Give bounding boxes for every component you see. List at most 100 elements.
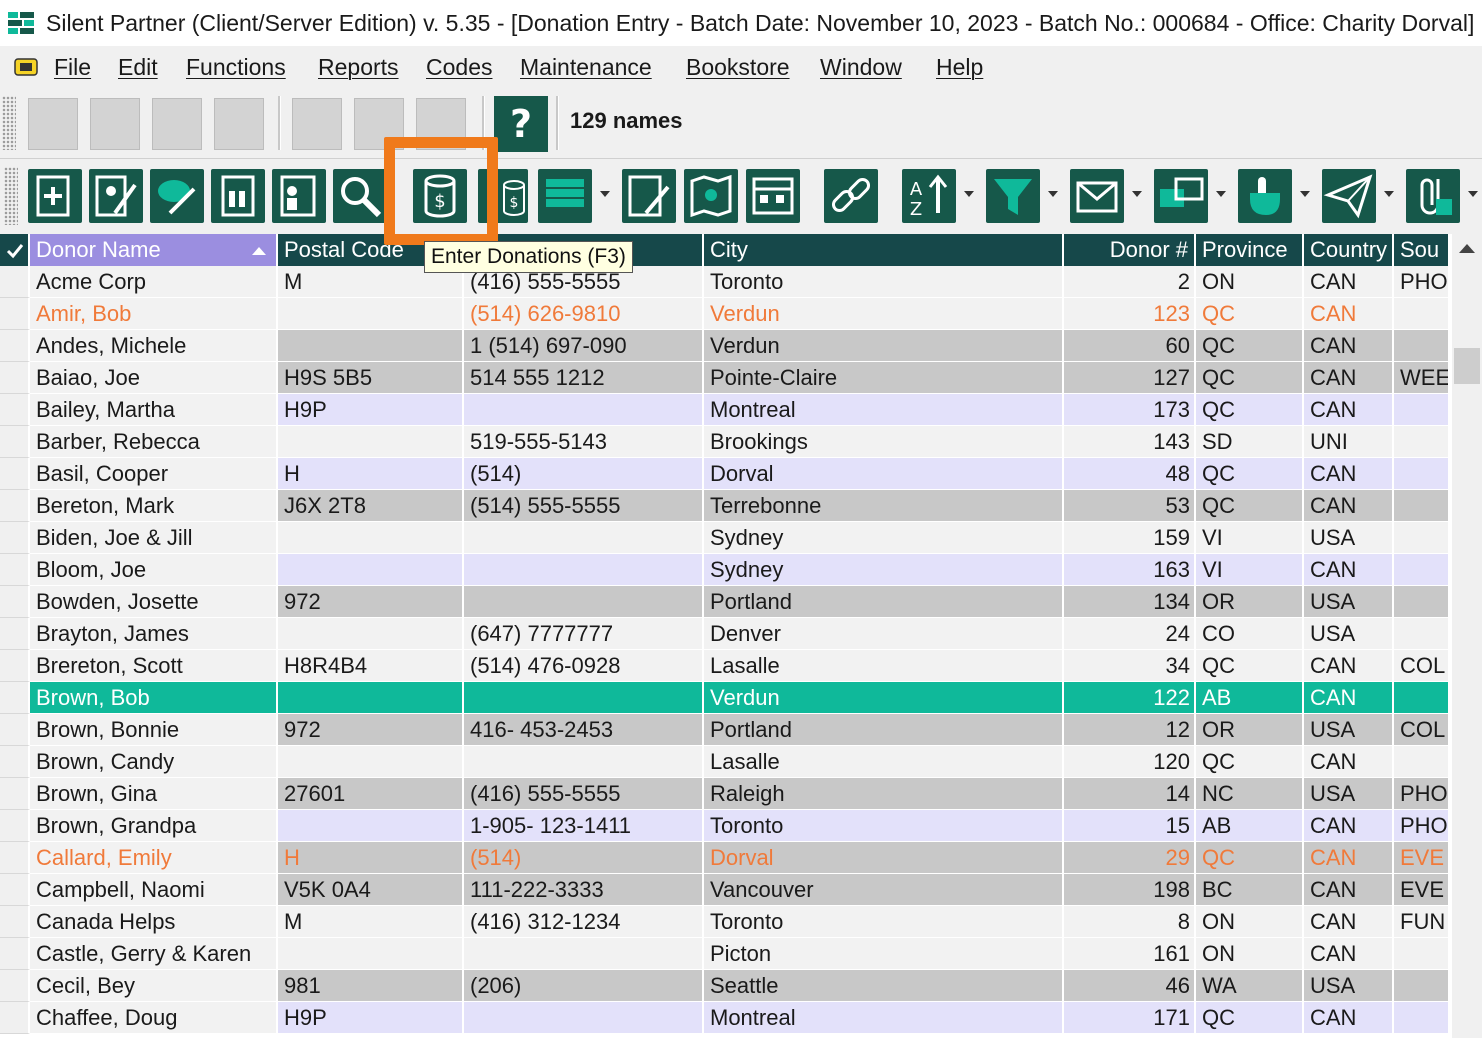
cell-phone[interactable]: (514) xyxy=(464,842,704,874)
cell-country[interactable]: CAN xyxy=(1304,298,1394,330)
cell-phone[interactable]: (514) xyxy=(464,458,704,490)
menu-maintenance[interactable]: Maintenance xyxy=(520,46,652,88)
sort-icon[interactable]: AZ xyxy=(902,169,956,223)
cell-country[interactable]: CAN xyxy=(1304,650,1394,682)
cell-country[interactable]: USA xyxy=(1304,778,1394,810)
cell-phone[interactable] xyxy=(464,682,704,714)
cell-country[interactable]: USA xyxy=(1304,970,1394,1002)
cell-name[interactable]: Andes, Michele xyxy=(30,330,278,362)
cell-prov[interactable]: QC xyxy=(1196,746,1304,778)
cell-source[interactable] xyxy=(1394,522,1450,554)
table-row[interactable]: Bereton, Mark J6X 2T8 (514) 555-5555 Terreb… xyxy=(0,490,1450,522)
cell-postal[interactable] xyxy=(278,330,464,362)
send-icon[interactable] xyxy=(1322,169,1376,223)
cell-prov[interactable]: QC xyxy=(1196,458,1304,490)
table-row[interactable]: Andes, Michele 1 (514) 697-090 Verdun 60 QC C… xyxy=(0,330,1450,362)
cell-phone[interactable] xyxy=(464,394,704,426)
cell-postal[interactable] xyxy=(278,298,464,330)
cell-source[interactable] xyxy=(1394,298,1450,330)
cell-postal[interactable]: H9P xyxy=(278,1002,464,1034)
cell-city[interactable]: Picton xyxy=(704,938,1064,970)
cell-name[interactable]: Bowden, Josette xyxy=(30,586,278,618)
cell-phone[interactable]: 514 555 1212 xyxy=(464,362,704,394)
table-row[interactable]: Cecil, Bey 981 (206) Seattle 46 WA USA xyxy=(0,970,1450,1002)
cell-source[interactable]: PHO xyxy=(1394,266,1450,298)
cell-phone[interactable]: (514) 476-0928 xyxy=(464,650,704,682)
cell-donor[interactable]: 53 xyxy=(1064,490,1196,522)
cell-prov[interactable]: WA xyxy=(1196,970,1304,1002)
cell-source[interactable] xyxy=(1394,682,1450,714)
table-row[interactable]: Bloom, Joe Sydney 163 VI CAN xyxy=(0,554,1450,586)
cloud-edit-icon[interactable] xyxy=(150,169,204,223)
cell-donor[interactable]: 127 xyxy=(1064,362,1196,394)
table-row[interactable]: Basil, Cooper H (514) Dorval 48 QC CAN xyxy=(0,458,1450,490)
vertical-scrollbar[interactable] xyxy=(1452,234,1482,1038)
touch-icon[interactable] xyxy=(1238,169,1292,223)
cell-name[interactable]: Chaffee, Doug xyxy=(30,1002,278,1034)
cell-source[interactable]: WEE xyxy=(1394,362,1450,394)
help-button[interactable]: ? xyxy=(494,96,548,152)
cell-country[interactable]: CAN xyxy=(1304,554,1394,586)
cell-postal[interactable]: M xyxy=(278,906,464,938)
add-donor-icon[interactable] xyxy=(28,169,82,223)
row-selector[interactable] xyxy=(0,874,30,906)
table-row[interactable]: Bowden, Josette 972 Portland 134 OR USA xyxy=(0,586,1450,618)
table-row[interactable]: Campbell, Naomi V5K 0A4 111-222-3333 Vancou… xyxy=(0,874,1450,906)
donor-card-icon[interactable] xyxy=(272,169,326,223)
cell-donor[interactable]: 143 xyxy=(1064,426,1196,458)
cell-city[interactable]: Seattle xyxy=(704,970,1064,1002)
cell-country[interactable]: CAN xyxy=(1304,810,1394,842)
cell-city[interactable]: Dorval xyxy=(704,842,1064,874)
cell-donor[interactable]: 173 xyxy=(1064,394,1196,426)
row-selector[interactable] xyxy=(0,426,30,458)
donor-grid[interactable]: Donor Name Postal Code Phone Number City… xyxy=(0,234,1452,1038)
menu-file[interactable]: File xyxy=(54,46,91,88)
cell-prov[interactable]: QC xyxy=(1196,490,1304,522)
cell-prov[interactable]: ON xyxy=(1196,906,1304,938)
cell-name[interactable]: Brown, Bonnie xyxy=(30,714,278,746)
cell-donor[interactable]: 159 xyxy=(1064,522,1196,554)
cell-phone[interactable]: 416- 453-2453 xyxy=(464,714,704,746)
menu-help[interactable]: Help xyxy=(936,46,983,88)
disabled-button-2[interactable] xyxy=(90,98,140,150)
cell-donor[interactable]: 123 xyxy=(1064,298,1196,330)
table-row[interactable]: Biden, Joe & Jill Sydney 159 VI USA xyxy=(0,522,1450,554)
cell-phone[interactable]: 111-222-3333 xyxy=(464,874,704,906)
cell-prov[interactable]: OR xyxy=(1196,714,1304,746)
row-selector[interactable] xyxy=(0,618,30,650)
cell-prov[interactable]: QC xyxy=(1196,650,1304,682)
cell-name[interactable]: Callard, Emily xyxy=(30,842,278,874)
chevron-down-icon[interactable] xyxy=(1300,191,1310,197)
menu-reports[interactable]: Reports xyxy=(318,46,399,88)
column-header-city[interactable]: City xyxy=(704,234,1064,266)
cell-prov[interactable]: QC xyxy=(1196,394,1304,426)
row-selector[interactable] xyxy=(0,682,30,714)
disabled-button-1[interactable] xyxy=(28,98,78,150)
cell-country[interactable]: CAN xyxy=(1304,938,1394,970)
row-selector[interactable] xyxy=(0,490,30,522)
cell-city[interactable]: Toronto xyxy=(704,906,1064,938)
cell-prov[interactable]: OR xyxy=(1196,586,1304,618)
cell-phone[interactable]: (514) 626-9810 xyxy=(464,298,704,330)
row-selector[interactable] xyxy=(0,298,30,330)
chevron-down-icon[interactable] xyxy=(1132,191,1142,197)
table-row[interactable]: Bailey, Martha H9P Montreal 173 QC CAN xyxy=(0,394,1450,426)
cell-name[interactable]: Basil, Cooper xyxy=(30,458,278,490)
cell-postal[interactable]: H xyxy=(278,842,464,874)
cell-prov[interactable]: AB xyxy=(1196,810,1304,842)
cell-donor[interactable]: 120 xyxy=(1064,746,1196,778)
table-row[interactable]: Brayton, James (647) 7777777 Denver 24 CO USA xyxy=(0,618,1450,650)
table-row[interactable]: Callard, Emily H (514) Dorval 29 QC CAN EVE xyxy=(0,842,1450,874)
table-row[interactable]: Brown, Candy Lasalle 120 QC CAN xyxy=(0,746,1450,778)
cell-source[interactable] xyxy=(1394,938,1450,970)
cell-city[interactable]: Portland xyxy=(704,714,1064,746)
cell-country[interactable]: USA xyxy=(1304,618,1394,650)
cell-source[interactable]: PHO xyxy=(1394,778,1450,810)
cell-donor[interactable]: 171 xyxy=(1064,1002,1196,1034)
cell-country[interactable]: CAN xyxy=(1304,490,1394,522)
cell-donor[interactable]: 48 xyxy=(1064,458,1196,490)
link-icon[interactable] xyxy=(824,169,878,223)
chevron-down-icon[interactable] xyxy=(1216,191,1226,197)
column-header-donor-number[interactable]: Donor # xyxy=(1064,234,1196,266)
table-row[interactable]: Canada Helps M (416) 312-1234 Toronto 8 ON CAN… xyxy=(0,906,1450,938)
